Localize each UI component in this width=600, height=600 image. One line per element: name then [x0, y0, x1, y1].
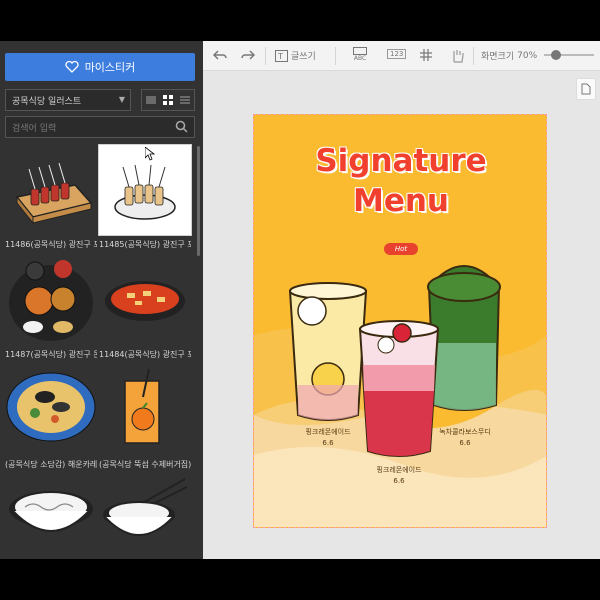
number-label: 123 [387, 49, 407, 59]
chevron-down-icon: ▼ [118, 95, 125, 104]
zoom-value: 70% [517, 50, 538, 61]
sticker-item[interactable]: 11484(공목식당) 광진구 포 [99, 255, 191, 361]
svg-text:T: T [277, 52, 283, 61]
text-box-icon: T [275, 49, 288, 62]
zoom-slider-handle[interactable] [551, 50, 561, 60]
document-icon [581, 83, 591, 95]
sticker-item[interactable]: 11486(공목식당) 광진구 포 [5, 145, 97, 251]
drink-price: 6.6 [322, 439, 334, 447]
sticker-caption: (공목식당 소담감) 해운카레 [5, 460, 97, 469]
sticker-caption: 11486(공목식당) 광진구 포 [5, 240, 97, 249]
text-style-button[interactable]: ABC [353, 47, 367, 62]
sticker-caption: 11484(공목식당) 광진구 포 [99, 350, 191, 359]
noodle-bowl-thumbnail [9, 491, 93, 532]
toolbar-divider [265, 47, 266, 65]
seafood-pot-thumbnail [6, 372, 96, 442]
heart-icon [65, 61, 79, 73]
orange-drink-thumbnail [124, 368, 160, 444]
text-tool-label: 글쓰기 [291, 52, 316, 62]
editor-toolbar: T 글쓰기 ABC 123 화면크기 70% [203, 41, 600, 71]
abc-label: ABC [353, 55, 367, 62]
drink-name: 핑크레몬에이드 [376, 466, 422, 474]
pink-ade-cup [358, 320, 440, 457]
sticker-sidebar: 마이스티커 공목식당 일러스트 ▼ 검색어 입력 11486(공목식당) 광진구… [0, 41, 203, 559]
toolbar-divider [473, 47, 474, 65]
noodle-chopsticks-thumbnail [103, 478, 188, 536]
list-view-icon[interactable] [142, 90, 159, 110]
search-input[interactable]: 검색어 입력 [5, 116, 195, 138]
zoom-control: 화면크기 70% [481, 49, 538, 63]
set-meal-thumbnail [9, 260, 93, 341]
drink-name: 핑크레몬에이드 [305, 428, 351, 436]
my-sticker-button[interactable]: 마이스티커 [5, 53, 195, 81]
search-placeholder: 검색어 입력 [12, 123, 57, 134]
redo-icon[interactable] [241, 49, 255, 61]
number-button[interactable]: 123 [387, 49, 407, 59]
lemon-ade-cup [288, 282, 368, 421]
drink-name: 녹차콜라보스무디 [439, 428, 491, 436]
category-dropdown[interactable]: 공목식당 일러스트 ▼ [5, 89, 131, 111]
mouse-cursor-icon [145, 147, 155, 161]
sticker-item[interactable]: (공목식당 뚝섬 수제버거집) [99, 365, 191, 471]
design-canvas[interactable]: Signature Menu Hot 핑크레몬에이드 6.6 녹차콜라보스무디 … [253, 114, 547, 528]
sticker-item[interactable]: (공목식당 소담감) 해운카레 [5, 365, 97, 471]
sticker-caption: 11487(공목식당) 광진구 돈 [5, 350, 97, 359]
my-sticker-label: 마이스티커 [84, 61, 136, 74]
skewer-tray-thumbnail [15, 162, 93, 225]
hot-badge: Hot [384, 243, 418, 255]
text-style-icon [353, 47, 367, 55]
poster-title-line2: Menu [352, 183, 449, 219]
undo-icon[interactable] [213, 49, 227, 61]
sticker-caption: 11485(공목식당) 광진구 포 [99, 240, 191, 249]
drink-price: 6.6 [459, 439, 471, 447]
category-value: 공목식당 일러스트 [12, 96, 82, 107]
grid-icon[interactable] [420, 49, 432, 61]
sticker-item[interactable] [99, 475, 191, 559]
drink-price: 6.6 [393, 477, 405, 485]
detail-view-icon[interactable] [177, 90, 194, 110]
grid-view-icon[interactable] [159, 90, 176, 110]
text-tool-button[interactable]: T 글쓰기 [275, 49, 316, 62]
green-smoothie-cup [427, 265, 501, 411]
zoom-label: 화면크기 [481, 52, 515, 62]
hand-icon[interactable] [451, 49, 464, 63]
sticker-caption: (공목식당 뚝섬 수제버거집) [99, 460, 191, 469]
search-icon[interactable] [175, 120, 188, 133]
sticker-item[interactable]: 11487(공목식당) 광진구 돈 [5, 255, 97, 361]
sidebar-scrollbar[interactable] [197, 146, 200, 256]
spicy-dish-thumbnail [105, 281, 185, 321]
poster-title-line1: Signature [315, 143, 487, 179]
view-toggle [141, 89, 195, 111]
toolbar-divider [335, 47, 336, 65]
sticker-item[interactable] [5, 475, 97, 559]
page-settings-button[interactable] [576, 78, 596, 100]
